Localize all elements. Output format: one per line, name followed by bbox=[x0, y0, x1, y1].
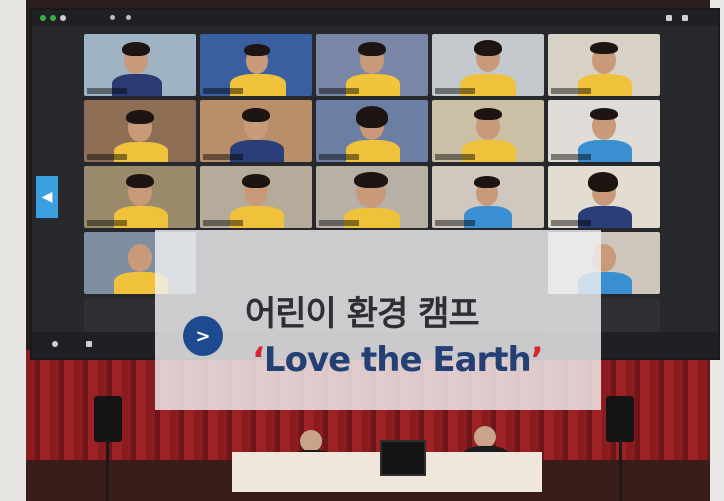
title-english-text: Love the Earth bbox=[263, 340, 532, 380]
participant-tile bbox=[84, 34, 196, 96]
grid-icon bbox=[126, 15, 131, 20]
participant-tile bbox=[432, 34, 544, 96]
desk-monitor bbox=[380, 440, 426, 476]
prev-page-arrow-icon: ◀ bbox=[36, 176, 58, 218]
participant-tile bbox=[84, 166, 196, 228]
fullscreen-icon bbox=[682, 15, 688, 21]
light-stand bbox=[619, 440, 622, 501]
participant-tile bbox=[200, 34, 312, 96]
participant-tile bbox=[548, 166, 660, 228]
left-wall bbox=[0, 0, 26, 501]
open-quote: ‘ bbox=[252, 340, 265, 380]
stage-light bbox=[94, 396, 122, 442]
stage-light bbox=[606, 396, 634, 442]
video-call-topbar bbox=[32, 10, 718, 26]
grid-icon bbox=[110, 15, 115, 20]
view-icon bbox=[666, 15, 672, 21]
title-english: ‘Love the Earth’ bbox=[252, 340, 544, 380]
participant-tile bbox=[316, 100, 428, 162]
participant-tile bbox=[316, 34, 428, 96]
status-dot-icon bbox=[40, 15, 46, 21]
participant-tile bbox=[200, 166, 312, 228]
participant-tile bbox=[432, 100, 544, 162]
participant-tile bbox=[200, 100, 312, 162]
participant-tile bbox=[316, 166, 428, 228]
close-quote: ’ bbox=[530, 340, 544, 380]
chevron-right-icon[interactable]: > bbox=[183, 316, 223, 356]
status-dot-icon bbox=[50, 15, 56, 21]
participant-tile bbox=[548, 100, 660, 162]
title-korean: 어린이 환경 캠프 bbox=[245, 294, 480, 334]
participant-tile bbox=[84, 100, 196, 162]
camera-icon bbox=[86, 341, 92, 347]
badge-glyph: > bbox=[195, 325, 211, 347]
light-stand bbox=[106, 440, 109, 501]
info-icon bbox=[60, 15, 66, 21]
mic-icon bbox=[52, 341, 58, 347]
participant-tile bbox=[548, 34, 660, 96]
participant-tile bbox=[432, 166, 544, 228]
